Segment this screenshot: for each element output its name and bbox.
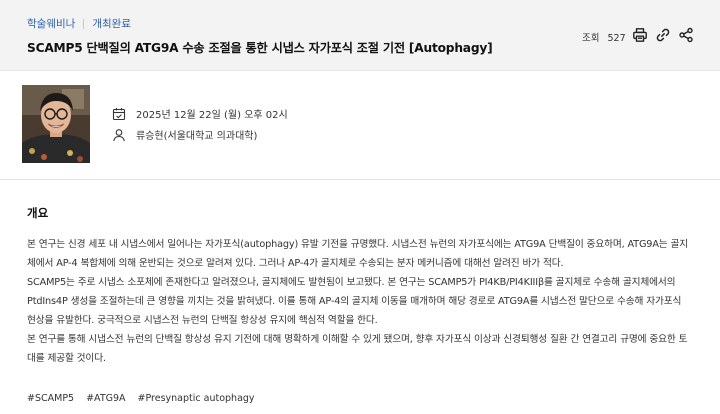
speaker-info: 류승현(서울대학교 의과대학) (112, 127, 257, 142)
event-datetime: 2025년 12월 22일 (월) 오후 02시 (112, 106, 288, 121)
speaker-profile: 2025년 12월 22일 (월) 오후 02시 류승현(서울대학교 의과대학) (0, 72, 720, 180)
print-icon[interactable] (632, 27, 648, 43)
tag-item[interactable]: #ATG9A (86, 393, 125, 404)
view-count-value: 527 (607, 33, 626, 44)
breadcrumb: 학술웨비나 개최완료 (27, 16, 131, 31)
speaker-photo (22, 85, 90, 163)
page-title: SCAMP5 단백질의 ATG9A 수송 조절을 통한 시냅스 자가포식 조절 … (27, 41, 493, 55)
category-link[interactable]: 학술웨비나 (27, 16, 75, 31)
speaker-text: 류승현(서울대학교 의과대학) (136, 131, 258, 142)
breadcrumb-divider (83, 18, 85, 29)
tag-item[interactable]: #SCAMP5 (27, 393, 74, 404)
overview-line: PtdIns4P 생성을 조절하는데 큰 영향을 끼치는 것을 밝혀냈다. 이를… (27, 296, 682, 307)
tag-item[interactable]: #Presynaptic autophagy (138, 393, 255, 404)
section-heading: 개요 (27, 206, 49, 220)
person-icon (112, 128, 126, 142)
overview-line: 본 연구를 통해 시냅스전 뉴런의 단백질 항상성 유지 기전에 대해 명확하게… (27, 334, 688, 345)
overview-line: 체에서 AP-4 복합체에 의해 운반되는 것으로 알려져 있다. 그러나 AP… (27, 258, 564, 269)
view-count-label: 조회 (582, 33, 600, 44)
page-header: 학술웨비나 개최완료 SCAMP5 단백질의 ATG9A 수송 조절을 통한 시… (0, 0, 720, 71)
overview-line: 현상을 유발한다. 궁극적으로 시냅스전 뉴런의 단백질 항상성 유지에 핵심적… (27, 315, 378, 326)
status-label: 개최완료 (92, 18, 131, 30)
share-icon[interactable] (678, 27, 694, 43)
link-icon[interactable] (655, 27, 671, 43)
overview-line: SCAMP5는 주로 시냅스 소포체에 존재한다고 알려졌으나, 골지체에도 발… (27, 277, 676, 288)
datetime-text: 2025년 12월 22일 (월) 오후 02시 (136, 110, 288, 121)
overview-line: 대를 제공할 것이다. (27, 353, 106, 364)
tag-list: #SCAMP5 #ATG9A #Presynaptic autophagy (27, 393, 267, 404)
view-count: 조회 527 (582, 30, 626, 44)
calendar-icon (112, 107, 126, 121)
overview-line: 본 연구는 신경 세포 내 시냅스에서 일어나는 자가포식(autophagy)… (27, 239, 689, 250)
